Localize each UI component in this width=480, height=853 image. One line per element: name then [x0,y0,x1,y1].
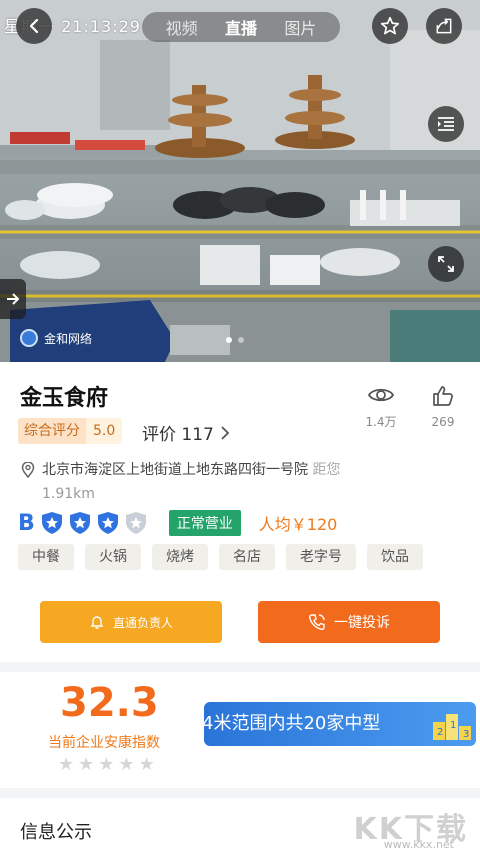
star-empty-icon: ★ [98,754,115,775]
location-pin-icon [21,462,35,478]
star-empty-icon: ★ [138,754,155,775]
reviews-link[interactable]: 评价 117 [142,420,230,445]
svg-text:1: 1 [450,720,456,731]
address-block[interactable]: 北京市海淀区上地街道上地东路四街一号院 距您 1.91km [20,458,460,506]
arrow-right-icon [7,293,20,305]
business-status-badge: 正常营业 [168,510,241,536]
tag[interactable]: 老字号 [286,544,356,570]
credit-shield-star-icon [41,512,62,534]
tag[interactable]: 中餐 [18,544,74,570]
likes-count: 269 [431,415,455,429]
svg-text:2: 2 [437,727,443,738]
score-value: 5.0 [86,418,123,444]
address-text: 北京市海淀区上地街道上地东路四街一号院 [42,462,308,478]
star-empty-icon: ★ [58,754,75,775]
tab-live[interactable]: 直播 [225,15,257,39]
overall-score-badge: 综合评分 5.0 [18,418,123,444]
star-icon [380,16,400,35]
distance-label: 距您 [312,462,341,478]
nearby-ranking-text: 4米范围内共20家中型 [204,713,381,734]
tag[interactable]: 饮品 [367,544,423,570]
podium-icon: 2 1 3 [433,714,471,740]
eye-icon [367,388,395,402]
score-label: 综合评分 [18,418,86,444]
tag[interactable]: 名店 [219,544,275,570]
safety-index-value: 32.3 [60,680,159,726]
globe-icon [20,329,38,347]
expand-icon [438,256,454,272]
tab-photos[interactable]: 图片 [284,15,316,39]
site-watermark-url: www.kkx.net [383,838,454,851]
kitchen-camera-image [0,0,480,362]
credit-shield-empty-icon [125,512,146,534]
provider-logo: 金和网络 [20,329,92,347]
credit-shield-star-icon [97,512,118,534]
reviews-label: 评价 117 [142,425,214,445]
indent-menu-icon [438,117,454,131]
media-type-switch[interactable]: 视频 直播 图片 [142,12,340,42]
complaint-button[interactable]: 一键投诉 [258,601,440,643]
chevron-left-icon [29,18,39,34]
back-button[interactable] [16,8,52,44]
share-button[interactable] [426,8,462,44]
category-tags: 中餐 火锅 烧烤 名店 老字号 饮品 [18,544,423,570]
share-icon [436,18,452,34]
views-stat: 1.4万 [356,384,406,430]
contact-manager-button[interactable]: 直通负责人 [40,601,222,643]
svg-text:3: 3 [463,729,469,740]
provider-name: 金和网络 [44,331,93,346]
fullscreen-button[interactable] [428,246,464,282]
likes-stat[interactable]: 269 [418,384,468,429]
carousel-dot-active [226,337,232,343]
distance-value: 1.91km [42,486,95,502]
credit-grade-letter: B [18,510,35,536]
star-empty-icon: ★ [118,754,135,775]
contact-manager-label: 直通负责人 [112,615,173,630]
average-price: 人均￥120 [258,515,338,534]
menu-toggle-button[interactable] [428,106,464,142]
phone-icon [308,614,325,631]
live-camera-feed[interactable]: 星期一 21:13:29 视频 直播 图片 金和网络 [0,0,480,362]
star-empty-icon: ★ [78,754,95,775]
tab-video[interactable]: 视频 [166,15,198,39]
section-title: 信息公示 [20,822,92,843]
favorite-button[interactable] [372,8,408,44]
carousel-dot [238,337,244,343]
views-count: 1.4万 [365,415,397,429]
bell-icon [90,616,104,629]
credit-shield-star-icon [69,512,90,534]
restaurant-name: 金玉食府 [20,386,109,411]
safety-index-label: 当前企业安康指数 [48,735,160,751]
credit-and-status-row: B 正常营业 人均￥120 [18,510,337,536]
carousel-indicator [226,337,244,343]
restaurant-info-card: 金玉食府 1.4万 269 综合评分 5.0 评价 117 北京市海淀区上地街道… [0,362,480,662]
safety-index-card: 32.3 当前企业安康指数 ★ ★ ★ ★ ★ 4米范围内共20家中型 2 1 … [0,672,480,788]
complaint-label: 一键投诉 [334,615,390,631]
tag[interactable]: 火锅 [85,544,141,570]
thumbs-up-icon [433,386,453,406]
chevron-right-icon [221,425,230,440]
public-info-section: 信息公示 KK下载 www.kkx.net [0,798,480,853]
tag[interactable]: 烧烤 [152,544,208,570]
safety-index-stars: ★ ★ ★ ★ ★ [58,754,155,775]
nearby-ranking-banner[interactable]: 4米范围内共20家中型 2 1 3 [204,702,476,746]
camera-list-drawer-button[interactable] [0,279,26,319]
